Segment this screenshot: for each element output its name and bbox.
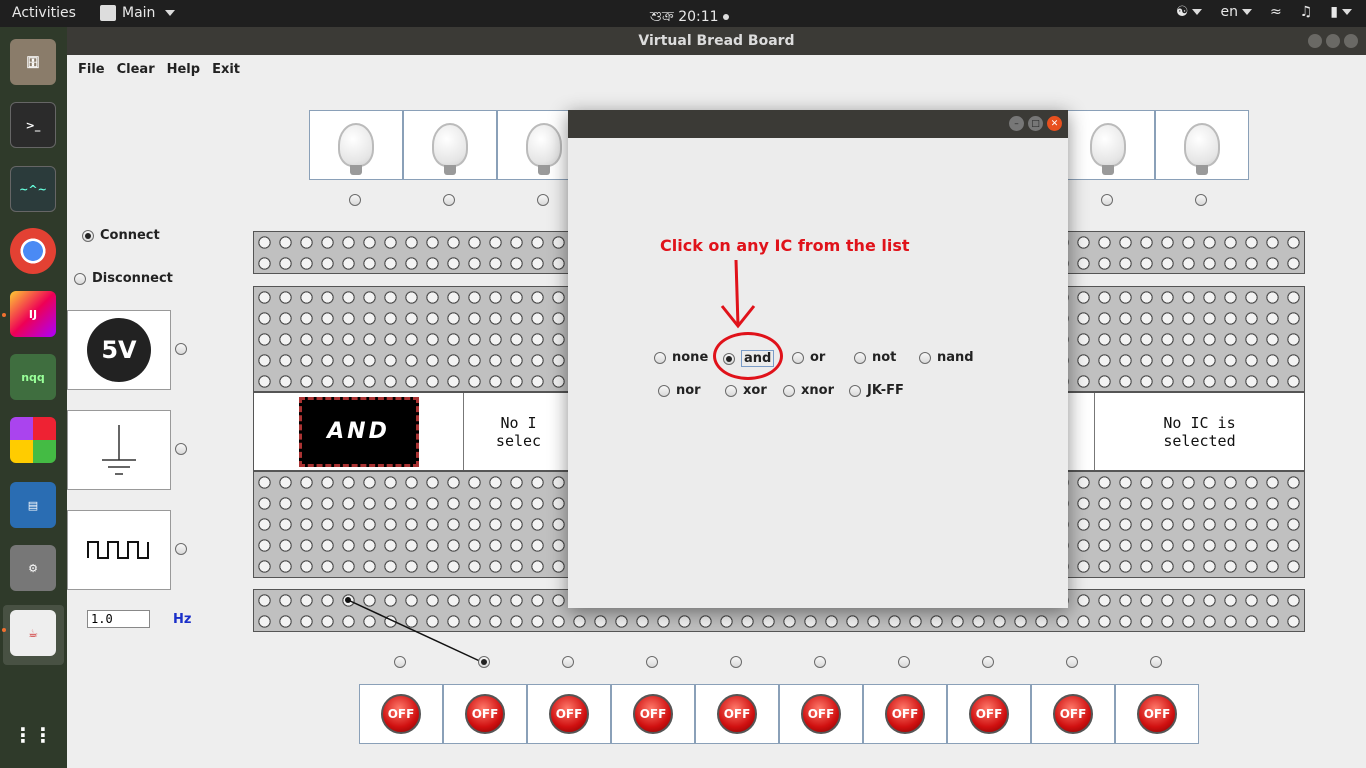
option-or[interactable]: or: [792, 350, 825, 365]
terminal-icon[interactable]: >_: [10, 102, 56, 148]
show-apps-icon[interactable]: ⋮⋮: [10, 712, 56, 758]
option-label: nor: [676, 383, 701, 398]
switch-pin[interactable]: [1150, 656, 1162, 668]
switch-pin[interactable]: [1066, 656, 1078, 668]
ic-select-dialog: – □ ✕ Click on any IC from the list none…: [568, 110, 1068, 608]
off-button[interactable]: OFF: [633, 694, 673, 734]
switch-pin[interactable]: [898, 656, 910, 668]
clock-label: শুক্র 20:11: [650, 9, 719, 25]
switch-pin[interactable]: [562, 656, 574, 668]
option-not[interactable]: not: [854, 350, 896, 365]
close-icon[interactable]: [1344, 34, 1358, 48]
off-button[interactable]: OFF: [465, 694, 505, 734]
switch-pin[interactable]: [394, 656, 406, 668]
maximize-icon[interactable]: [1326, 34, 1340, 48]
clock[interactable]: শুক্র 20:11: [650, 5, 729, 29]
language-label: en: [1220, 4, 1238, 20]
option-radio[interactable]: [849, 384, 861, 397]
option-label: not: [872, 350, 897, 365]
option-label: and: [741, 350, 775, 367]
java-app-icon[interactable]: ☕: [10, 610, 56, 656]
option-radio[interactable]: [783, 384, 795, 397]
option-none[interactable]: none: [654, 350, 708, 365]
input-switch[interactable]: OFF: [443, 684, 527, 744]
input-switch[interactable]: OFF: [527, 684, 611, 744]
arrow-icon: [720, 259, 756, 329]
input-switch[interactable]: OFF: [611, 684, 695, 744]
window-title: Virtual Bread Board: [638, 33, 795, 49]
switch-pin[interactable]: [730, 656, 742, 668]
files-icon[interactable]: 🗄: [10, 39, 56, 85]
option-radio[interactable]: [654, 351, 666, 364]
chevron-down-icon: [165, 10, 176, 16]
system-monitor-icon[interactable]: ~^~: [10, 166, 56, 212]
language-indicator[interactable]: en: [1220, 4, 1252, 20]
accessibility-icon[interactable]: ☯: [1176, 4, 1203, 20]
option-nor[interactable]: nor: [658, 383, 701, 398]
option-label: JK-FF: [867, 383, 904, 398]
option-label: xnor: [801, 383, 834, 398]
option-label: xor: [743, 383, 767, 398]
off-button[interactable]: OFF: [381, 694, 421, 734]
top-panel: Activities Main শুক্র 20:11 ☯ en ≈ ♫ ▮: [0, 0, 1366, 27]
instruction-text: Click on any IC from the list: [660, 236, 910, 255]
off-button[interactable]: OFF: [969, 694, 1009, 734]
off-button[interactable]: OFF: [549, 694, 589, 734]
option-radio[interactable]: [854, 351, 866, 364]
window-titlebar: Virtual Bread Board: [67, 27, 1366, 55]
off-button[interactable]: OFF: [1137, 694, 1177, 734]
switch-pin[interactable]: [982, 656, 994, 668]
dock: 🗄 >_ ~^~ IJ nqq ▤ ⚙ ☕ ⋮⋮: [0, 27, 67, 768]
option-label: or: [810, 350, 826, 365]
battery-icon[interactable]: ▮: [1330, 4, 1352, 20]
nqq-icon[interactable]: nqq: [10, 354, 56, 400]
dialog-titlebar: – □ ✕: [568, 110, 1068, 138]
intellij-icon[interactable]: IJ: [10, 291, 56, 337]
option-radio[interactable]: [725, 384, 737, 397]
app-icon: [100, 5, 116, 21]
app-menu[interactable]: Main: [100, 5, 176, 21]
dialog-minimize-icon[interactable]: –: [1009, 116, 1024, 131]
option-radio[interactable]: [658, 384, 670, 397]
dialog-maximize-icon[interactable]: □: [1028, 116, 1043, 131]
wire[interactable]: [347, 599, 485, 664]
minimize-icon[interactable]: [1308, 34, 1322, 48]
switch-pin[interactable]: [646, 656, 658, 668]
volume-icon[interactable]: ♫: [1300, 4, 1313, 20]
off-button[interactable]: OFF: [717, 694, 757, 734]
option-label: nand: [937, 350, 974, 365]
option-radio[interactable]: [919, 351, 931, 364]
off-button[interactable]: OFF: [1053, 694, 1093, 734]
off-button[interactable]: OFF: [801, 694, 841, 734]
activities-button[interactable]: Activities: [12, 5, 76, 21]
input-switch[interactable]: OFF: [863, 684, 947, 744]
option-xor[interactable]: xor: [725, 383, 767, 398]
input-switch[interactable]: OFF: [695, 684, 779, 744]
switch-pin[interactable]: [814, 656, 826, 668]
wifi-icon[interactable]: ≈: [1270, 4, 1282, 20]
input-switch[interactable]: OFF: [1115, 684, 1199, 744]
input-switch[interactable]: OFF: [1031, 684, 1115, 744]
option-radio[interactable]: [723, 352, 735, 365]
option-jkff[interactable]: JK-FF: [849, 383, 904, 398]
office-icon[interactable]: [10, 417, 56, 463]
input-switch[interactable]: OFF: [947, 684, 1031, 744]
wire-end: [345, 597, 351, 603]
option-label: none: [672, 350, 709, 365]
chrome-icon[interactable]: [10, 228, 56, 274]
option-and[interactable]: and: [723, 350, 775, 367]
input-switch[interactable]: OFF: [359, 684, 443, 744]
option-radio[interactable]: [792, 351, 804, 364]
dialog-close-icon[interactable]: ✕: [1047, 116, 1062, 131]
option-nand[interactable]: nand: [919, 350, 974, 365]
input-switch[interactable]: OFF: [779, 684, 863, 744]
app-menu-label: Main: [122, 5, 156, 21]
notification-dot-icon: [722, 14, 729, 20]
off-button[interactable]: OFF: [885, 694, 925, 734]
system-tray: ☯ en ≈ ♫ ▮: [1176, 4, 1352, 20]
option-xnor[interactable]: xnor: [783, 383, 834, 398]
switch-pin[interactable]: [478, 656, 490, 668]
writer-icon[interactable]: ▤: [10, 482, 56, 528]
settings-icon[interactable]: ⚙: [10, 545, 56, 591]
